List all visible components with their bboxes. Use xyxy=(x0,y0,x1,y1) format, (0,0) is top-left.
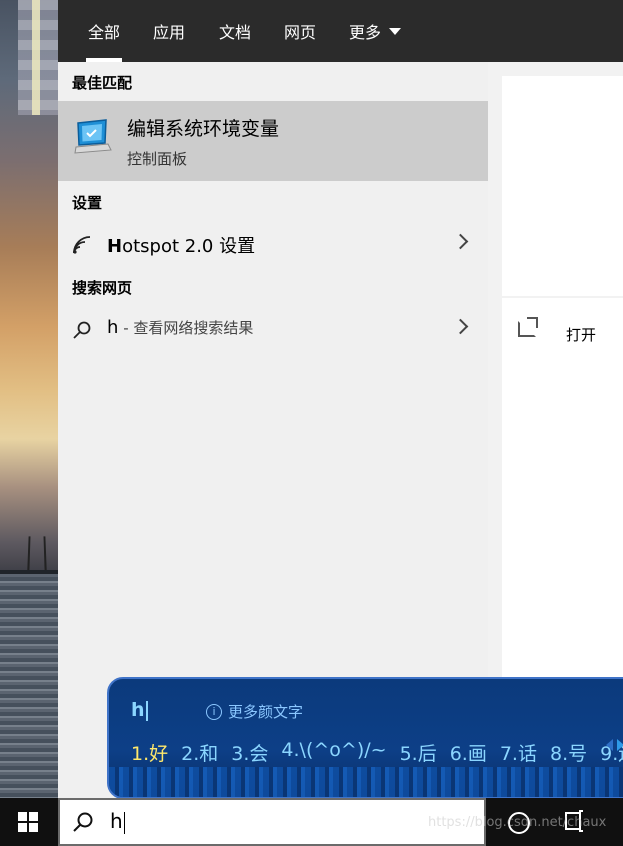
web-suffix: - 查看网络搜索结果 xyxy=(118,319,254,337)
web-search-result[interactable]: h - 查看网络搜索结果 xyxy=(58,308,488,350)
ime-page-nav xyxy=(606,739,623,751)
tab-apps-label: 应用 xyxy=(153,23,186,42)
ime-candidate[interactable]: 2.和 xyxy=(181,739,218,766)
ime-candidate[interactable]: 1.好 xyxy=(131,739,168,766)
tab-all-label: 全部 xyxy=(88,23,121,42)
preview-card xyxy=(502,76,623,296)
web-search-label: h - 查看网络搜索结果 xyxy=(107,317,253,338)
ime-candidate[interactable]: 7.话 xyxy=(500,739,537,766)
monitor-settings-icon xyxy=(74,119,112,154)
pixelated-region xyxy=(18,0,58,115)
tab-web[interactable]: 网页 xyxy=(284,0,316,62)
open-action[interactable]: 打开 xyxy=(566,324,596,345)
ime-more-label: 更多颜文字 xyxy=(228,703,304,721)
tab-more-label: 更多 xyxy=(349,23,382,42)
ime-composition: h xyxy=(131,699,148,721)
best-match-item[interactable]: 编辑系统环境变量 控制面板 xyxy=(58,101,488,181)
tab-documents[interactable]: 文档 xyxy=(219,0,251,62)
best-match-subtitle: 控制面板 xyxy=(127,150,188,168)
ime-candidate[interactable]: 8.号 xyxy=(550,739,587,766)
tab-documents-label: 文档 xyxy=(219,23,252,42)
taskbar-search-input[interactable]: h xyxy=(58,798,486,846)
web-query: h xyxy=(107,317,119,338)
chevron-right-icon[interactable] xyxy=(452,233,469,250)
search-query-text: h xyxy=(110,809,123,833)
desktop-wallpaper xyxy=(0,0,58,798)
search-icon xyxy=(73,812,93,832)
best-match-title: 编辑系统环境变量 xyxy=(127,118,280,140)
ime-candidate-window: h i 更多颜文字 1.好 2.和 3.会 4.\(^o^)/~ 5.后 6.画… xyxy=(107,677,623,799)
search-query: h xyxy=(110,809,125,834)
settings-result-hotspot[interactable]: Hotspot 2.0 设置 xyxy=(58,223,488,265)
tab-all[interactable]: 全部 xyxy=(85,0,123,62)
section-settings: 设置 xyxy=(72,194,103,212)
search-icon xyxy=(73,321,91,339)
section-best-match: 最佳匹配 xyxy=(72,74,133,92)
tab-more[interactable]: 更多 xyxy=(349,0,402,62)
info-icon: i xyxy=(206,703,222,720)
ime-composition-text: h xyxy=(131,699,145,721)
watermark: https://blog.csdn.net/chaux xyxy=(428,815,607,830)
match-highlight: H xyxy=(107,236,123,257)
wifi-hotspot-icon xyxy=(73,236,91,254)
ime-candidates: 1.好 2.和 3.会 4.\(^o^)/~ 5.后 6.画 7.话 8.号 9… xyxy=(131,739,623,766)
open-icon xyxy=(518,317,538,337)
tab-web-label: 网页 xyxy=(284,23,317,42)
taskbar: h https://blog.csdn.net/chaux xyxy=(0,798,623,846)
ime-candidate[interactable]: 5.后 xyxy=(400,739,437,766)
settings-result-label: Hotspot 2.0 设置 xyxy=(107,232,255,258)
tab-apps[interactable]: 应用 xyxy=(153,0,185,62)
power-tower xyxy=(27,536,47,571)
ime-caret xyxy=(145,700,148,721)
search-tabs-bar: 全部 应用 文档 网页 更多 xyxy=(58,0,623,62)
page-prev-icon[interactable] xyxy=(606,739,613,751)
chevron-right-icon[interactable] xyxy=(452,318,469,335)
section-web: 搜索网页 xyxy=(72,279,133,297)
chevron-down-icon xyxy=(389,27,402,35)
ime-decoration xyxy=(109,767,623,797)
ime-more-emoticons[interactable]: i 更多颜文字 xyxy=(206,701,303,722)
settings-result-text: otspot 2.0 设置 xyxy=(122,236,256,257)
ime-candidate[interactable]: 3.会 xyxy=(231,739,268,766)
sea xyxy=(0,574,58,798)
ime-candidate[interactable]: 4.\(^o^)/~ xyxy=(281,739,386,766)
page-next-icon[interactable] xyxy=(617,739,623,751)
text-caret xyxy=(123,811,125,834)
windows-logo-icon xyxy=(18,812,38,832)
start-button[interactable] xyxy=(0,798,58,846)
ime-candidate[interactable]: 6.画 xyxy=(450,739,487,766)
